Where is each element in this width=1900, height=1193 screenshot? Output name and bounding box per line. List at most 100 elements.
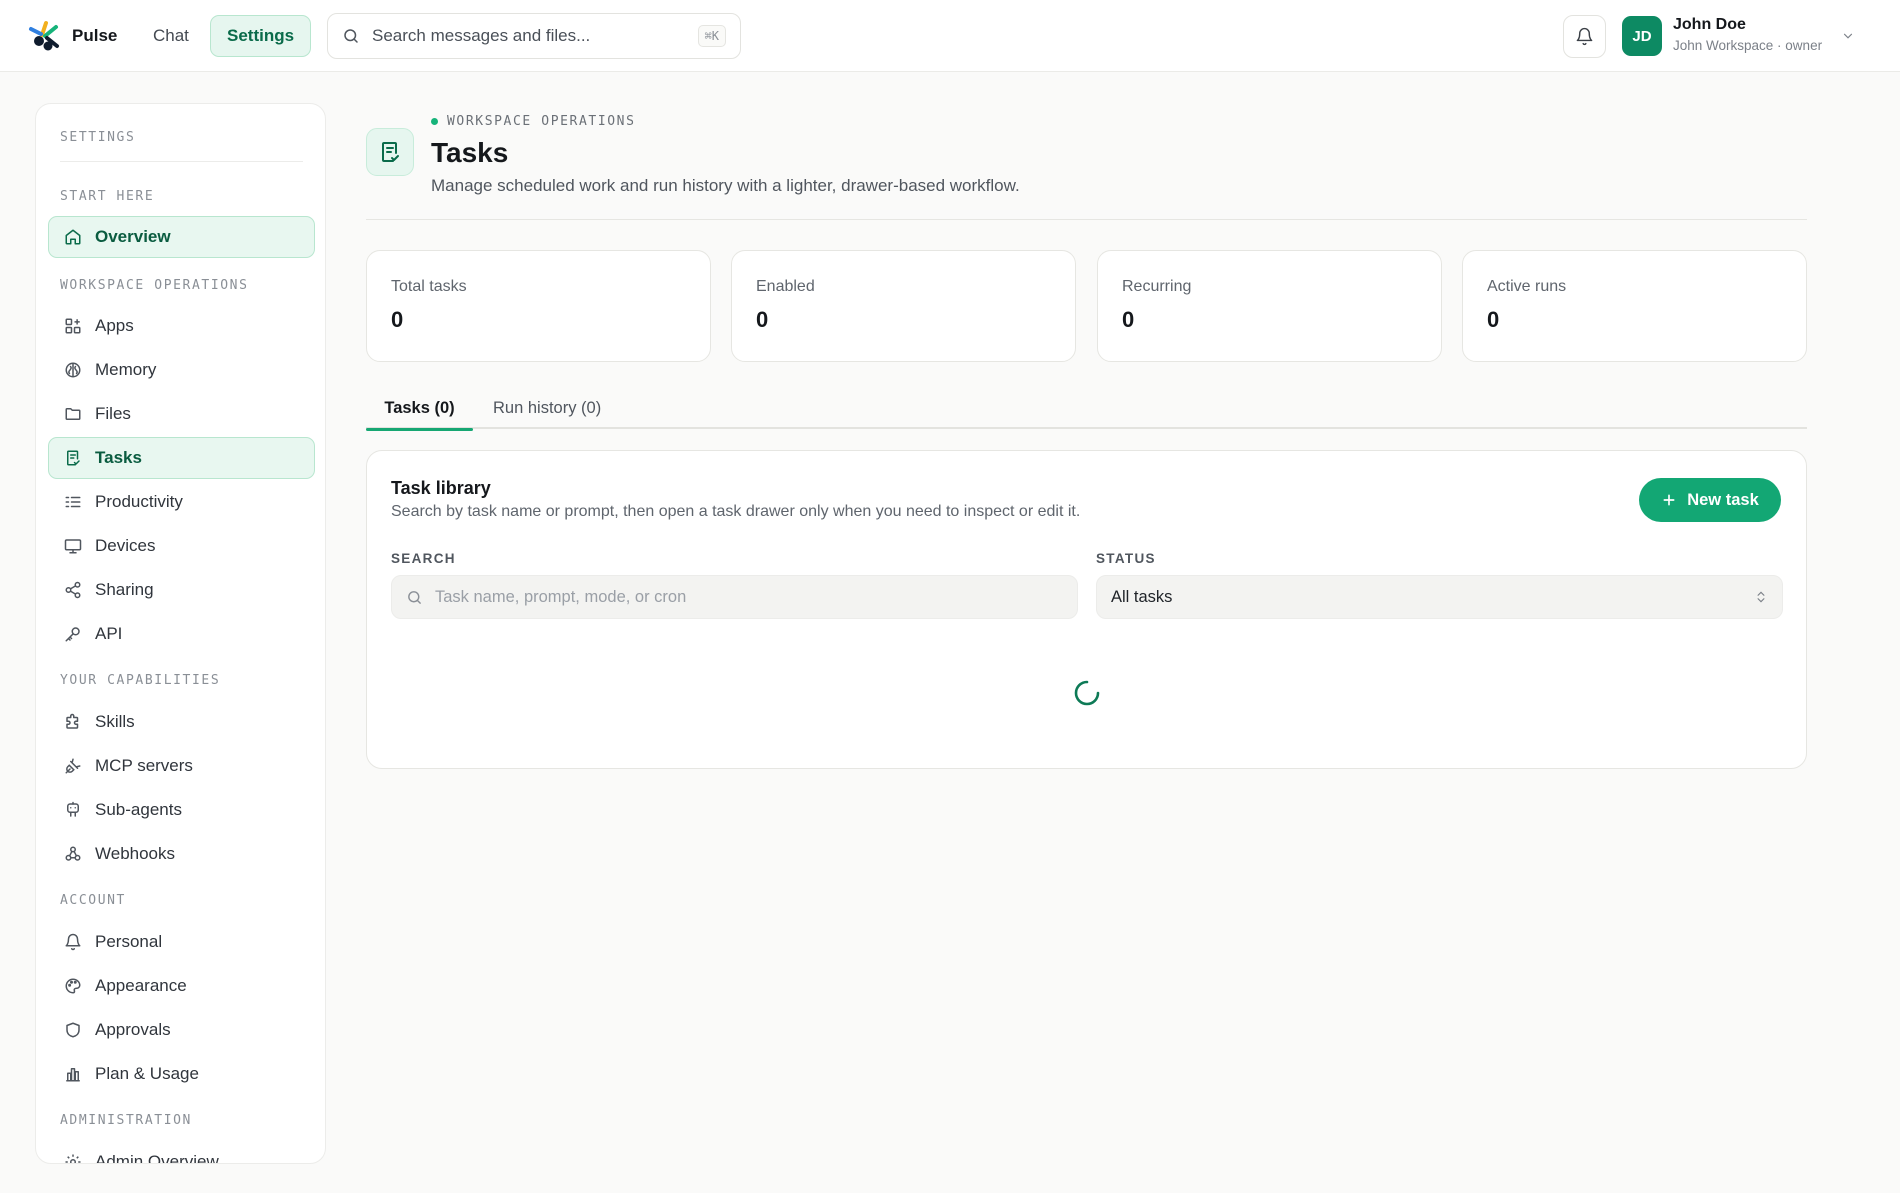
palette-icon <box>65 978 81 994</box>
chevron-down-icon[interactable] <box>1841 29 1855 43</box>
sidebar-item-plan-usage[interactable]: Plan & Usage <box>48 1053 315 1095</box>
tab-tasks[interactable]: Tasks (0) <box>366 389 473 431</box>
nav-tab-chat[interactable]: Chat <box>136 15 206 57</box>
sidebar-item-personal[interactable]: Personal <box>48 921 315 963</box>
section-heading-start-here: START HERE <box>60 189 155 204</box>
sidebar-item-label: Webhooks <box>95 844 176 863</box>
user-avatar[interactable]: JD <box>1622 16 1662 56</box>
brand[interactable]: Pulse <box>28 18 117 54</box>
sidebar-item-devices[interactable]: Devices <box>48 525 315 567</box>
user-name[interactable]: John Doe <box>1673 16 1746 34</box>
task-search-placeholder: Task name, prompt, mode, or cron <box>435 587 687 606</box>
stat-value: 0 <box>1487 307 1500 332</box>
global-search[interactable]: Search messages and files... ⌘K <box>327 13 741 59</box>
eyebrow-label: WORKSPACE OPERATIONS <box>447 114 636 129</box>
webhook-icon <box>65 846 81 861</box>
sidebar-item-skills[interactable]: Skills <box>48 701 315 743</box>
monitor-icon <box>64 539 82 554</box>
sidebar-item-label: Overview <box>95 227 171 246</box>
list-checks-icon <box>65 496 81 508</box>
sidebar-item-files[interactable]: Files <box>48 393 315 435</box>
gear-icon <box>65 1154 81 1163</box>
sidebar-item-admin-overview[interactable]: Admin Overview <box>48 1141 315 1164</box>
stat-label: Enabled <box>756 278 815 295</box>
plus-icon <box>1663 494 1675 506</box>
stat-card-active-runs: Active runs 0 <box>1462 250 1807 362</box>
status-dot <box>431 118 438 125</box>
stat-label: Total tasks <box>391 278 467 295</box>
sidebar-item-tasks[interactable]: Tasks <box>48 437 315 479</box>
tab-run-history[interactable]: Run history (0) <box>493 389 601 429</box>
status-select[interactable]: All tasks <box>1096 575 1783 619</box>
shield-icon <box>66 1022 80 1038</box>
new-task-button[interactable]: New task <box>1639 478 1781 522</box>
sidebar-item-overview[interactable]: Overview <box>48 216 315 258</box>
sidebar-item-label: Devices <box>95 536 156 555</box>
sidebar-divider <box>60 161 303 162</box>
section-heading-administration: ADMINISTRATION <box>60 1113 192 1128</box>
sidebar-item-approvals[interactable]: Approvals <box>48 1009 315 1051</box>
task-icon <box>67 450 80 466</box>
pulse-logo-icon <box>29 21 59 51</box>
sidebar-item-productivity[interactable]: Productivity <box>48 481 315 523</box>
sidebar-item-sub-agents[interactable]: Sub-agents <box>48 789 315 831</box>
status-field-label: STATUS <box>1096 551 1156 566</box>
nav-tab-settings[interactable]: Settings <box>210 15 312 57</box>
stat-label: Recurring <box>1122 278 1192 295</box>
brain-icon <box>65 362 81 378</box>
search-icon <box>344 29 358 43</box>
stat-card-recurring: Recurring 0 <box>1097 250 1442 362</box>
user-workspace-role: John Workspace · owner <box>1673 38 1823 53</box>
settings-sidebar: SETTINGS START HERE Overview WORKSPACE O… <box>35 103 326 1164</box>
home-icon <box>65 229 81 245</box>
sidebar-item-label: Productivity <box>95 492 183 511</box>
sidebar-item-label: Personal <box>95 932 163 951</box>
section-heading-workspace-operations: WORKSPACE OPERATIONS <box>60 278 249 293</box>
sidebar-item-label: Files <box>95 404 131 423</box>
sidebar-item-memory[interactable]: Memory <box>48 349 315 391</box>
search-placeholder: Search messages and files... <box>372 26 591 45</box>
key-icon <box>65 627 80 642</box>
apps-icon <box>65 318 81 334</box>
panel-subtitle: Search by task name or prompt, then open… <box>391 503 1081 520</box>
bot-icon <box>67 801 79 817</box>
search-icon <box>408 590 421 604</box>
section-heading-your-capabilities: YOUR CAPABILITIES <box>60 673 221 688</box>
sidebar-item-webhooks[interactable]: Webhooks <box>48 833 315 875</box>
sidebar-item-mcp-servers[interactable]: MCP servers <box>48 745 315 787</box>
task-library-panel: Task library Search by task name or prom… <box>366 450 1807 769</box>
sidebar-item-label: Sharing <box>95 580 154 599</box>
stat-label: Active runs <box>1487 278 1567 295</box>
sidebar-item-label: API <box>95 624 123 643</box>
search-shortcut-badge: ⌘K <box>697 25 726 47</box>
bell-icon <box>1576 27 1593 46</box>
top-bar: Pulse Chat Settings Search messages and … <box>0 0 1900 72</box>
sidebar-item-label: Appearance <box>95 976 187 995</box>
folder-icon <box>65 408 81 420</box>
page-icon <box>366 128 414 176</box>
header-divider <box>366 219 1807 220</box>
page-eyebrow: WORKSPACE OPERATIONS <box>431 114 636 129</box>
bell-icon <box>65 933 81 951</box>
task-search-input[interactable]: Task name, prompt, mode, or cron <box>391 575 1078 619</box>
stat-value: 0 <box>391 307 404 332</box>
stat-value: 0 <box>1122 307 1135 332</box>
sidebar-item-api[interactable]: API <box>48 613 315 655</box>
sidebar-item-label: Sub-agents <box>95 800 182 819</box>
stat-value: 0 <box>756 307 769 332</box>
share-icon <box>65 581 81 599</box>
sidebar-item-label: Admin Overview <box>95 1152 219 1164</box>
status-select-value: All tasks <box>1111 587 1173 606</box>
task-tabs: Tasks (0) Run history (0) <box>366 389 1807 431</box>
sidebar-item-appearance[interactable]: Appearance <box>48 965 315 1007</box>
notifications-button[interactable] <box>1563 15 1606 58</box>
puzzle-icon <box>66 713 79 729</box>
stat-card-total-tasks: Total tasks 0 <box>366 250 711 362</box>
sidebar-item-label: Tasks <box>95 448 142 467</box>
new-task-label: New task <box>1687 490 1759 509</box>
page-subtitle: Manage scheduled work and run history wi… <box>431 176 1020 195</box>
page-title: Tasks <box>431 137 509 168</box>
sidebar-item-label: Skills <box>95 712 135 731</box>
sidebar-item-sharing[interactable]: Sharing <box>48 569 315 611</box>
sidebar-item-apps[interactable]: Apps <box>48 305 315 347</box>
